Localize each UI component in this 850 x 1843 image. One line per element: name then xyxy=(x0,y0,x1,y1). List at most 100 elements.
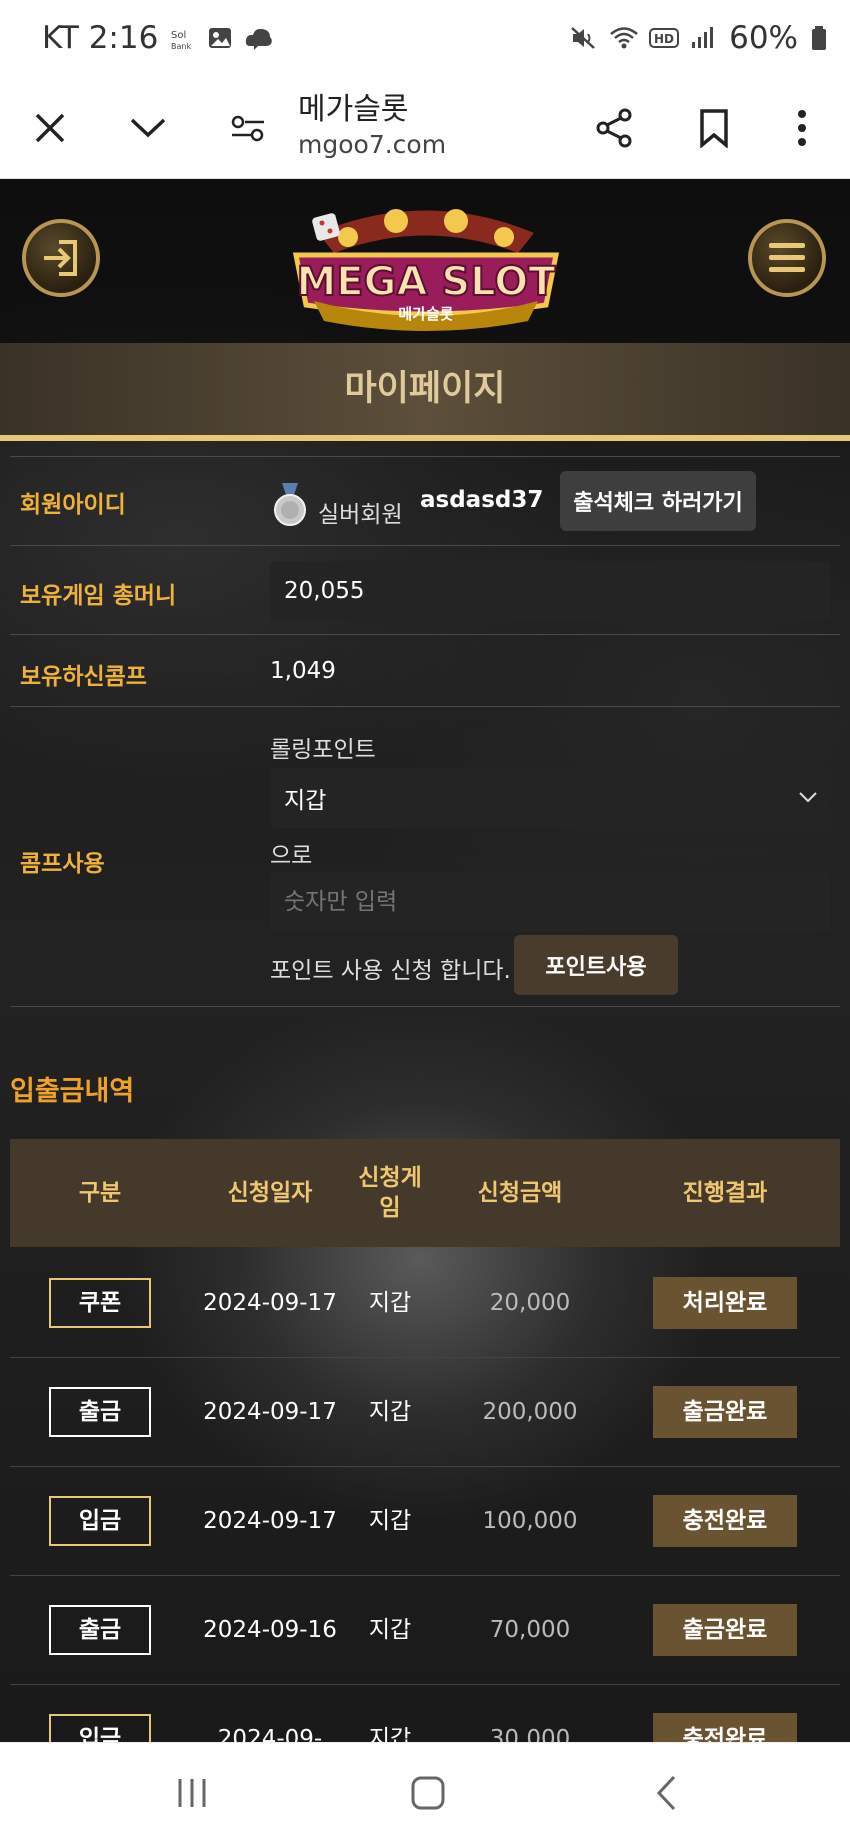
result-cell: 출금완료 xyxy=(610,1357,840,1466)
result-cell: 충전완료 xyxy=(610,1684,840,1742)
divider xyxy=(10,634,840,635)
more-icon xyxy=(798,110,806,146)
recent-apps-button[interactable] xyxy=(162,1765,222,1821)
amount-cell: 100,000 xyxy=(482,1507,578,1534)
type-badge: 출금 xyxy=(49,1386,151,1437)
url-text[interactable]: mgoo7.com xyxy=(298,130,446,159)
type-cell: 출금 xyxy=(10,1357,190,1466)
apply-text: 포인트 사용 신청 합니다. xyxy=(270,958,511,984)
game-cell: 지갑 xyxy=(368,1398,412,1425)
column-header-amount: 신청금액 xyxy=(477,1180,563,1206)
member-grade: 실버회원 xyxy=(318,502,403,528)
gallery-icon xyxy=(206,24,234,52)
svg-text:Bank: Bank xyxy=(171,42,191,51)
rolling-point-label: 롤링포인트 xyxy=(270,737,376,763)
date-cell: 2024-09-17 xyxy=(203,1507,337,1534)
type-cell: 쿠폰 xyxy=(10,1248,190,1357)
site-settings-button[interactable] xyxy=(220,100,276,156)
member-id-label: 회원아이디 xyxy=(20,492,126,518)
site-header: MEGA SLOT 메가슬롯 xyxy=(0,179,850,343)
more-menu-button[interactable] xyxy=(774,100,830,156)
status-bar-left: KT 2:16 Sol Bank xyxy=(42,20,273,56)
game-cell: 지갑 xyxy=(368,1289,412,1316)
column-header-type: 구분 xyxy=(78,1180,122,1206)
history-title: 입출금내역 xyxy=(10,1076,135,1107)
mypage-header: 마이페이지 xyxy=(0,343,850,435)
table-row: 입금 2024-09- 지갑 30,000 충전완료 xyxy=(10,1684,840,1742)
battery-percent: 60% xyxy=(729,20,798,56)
hd-icon: HD xyxy=(649,24,680,52)
signal-icon xyxy=(689,24,717,52)
amount-cell: 200,000 xyxy=(482,1398,578,1425)
bookmark-icon xyxy=(700,109,728,148)
wallet-select[interactable]: 지갑 xyxy=(270,768,830,828)
divider xyxy=(10,456,840,457)
divider xyxy=(10,706,840,707)
page-content: MEGA SLOT 메가슬롯 마이페이지 회원아이디 실버회원 asdasd37… xyxy=(0,179,850,1742)
hamburger-icon xyxy=(769,243,805,272)
point-amount-input[interactable] xyxy=(270,872,830,932)
amount-cell: 20,000 xyxy=(489,1289,571,1316)
game-cell: 지갑 xyxy=(368,1507,412,1534)
gold-divider xyxy=(0,435,850,441)
share-icon xyxy=(596,108,632,148)
table-row: 입금 2024-09-17 지갑 100,000 충전완료 xyxy=(10,1466,840,1576)
type-cell: 입금 xyxy=(10,1466,190,1575)
share-button[interactable] xyxy=(586,100,642,156)
use-point-button[interactable]: 포인트사용 xyxy=(514,935,678,995)
tune-icon xyxy=(231,115,264,142)
browser-toolbar: 메가슬롯 mgoo7.com xyxy=(0,78,850,179)
date-cell: 2024-09- xyxy=(217,1725,323,1743)
amount-cell: 70,000 xyxy=(489,1616,571,1643)
date-cell: 2024-09-17 xyxy=(203,1398,337,1425)
total-money-label: 보유게임 총머니 xyxy=(20,583,177,609)
logo-subtext: 메가슬롯 xyxy=(398,305,453,323)
type-cell: 출금 xyxy=(10,1575,190,1684)
divider xyxy=(10,1006,840,1007)
username: asdasd37 xyxy=(420,487,544,513)
minimize-button[interactable] xyxy=(120,100,176,156)
back-button[interactable] xyxy=(636,1765,696,1821)
result-badge: 출금완료 xyxy=(653,1603,797,1656)
attendance-check-button[interactable]: 출석체크 하러가기 xyxy=(560,471,756,531)
type-badge: 쿠폰 xyxy=(49,1277,151,1328)
system-nav-bar xyxy=(0,1742,850,1843)
page-title-text: 메가슬롯 xyxy=(298,92,409,127)
menu-button[interactable] xyxy=(748,219,826,297)
home-button[interactable] xyxy=(398,1765,458,1821)
amount-cell: 30,000 xyxy=(489,1725,571,1743)
divider xyxy=(10,545,840,546)
result-cell: 처리완료 xyxy=(610,1248,840,1357)
recent-apps-icon xyxy=(178,1779,206,1807)
comp-use-label: 콤프사용 xyxy=(20,851,105,877)
type-cell: 입금 xyxy=(10,1684,190,1742)
mega-slot-logo[interactable]: MEGA SLOT 메가슬롯 xyxy=(278,193,574,333)
result-badge: 충전완료 xyxy=(653,1494,797,1547)
chevron-down-icon xyxy=(799,792,817,803)
battery-icon xyxy=(810,24,828,52)
bookmark-button[interactable] xyxy=(686,100,742,156)
date-cell: 2024-09-16 xyxy=(203,1616,337,1643)
result-badge: 출금완료 xyxy=(653,1385,797,1438)
svg-text:Sol: Sol xyxy=(171,30,186,41)
game-cell: 지갑 xyxy=(368,1725,412,1743)
wallet-select-value: 지갑 xyxy=(284,788,327,814)
close-tab-button[interactable] xyxy=(22,100,78,156)
login-icon xyxy=(44,240,77,276)
to-label: 으로 xyxy=(270,843,313,869)
type-badge: 입금 xyxy=(49,1713,151,1742)
mute-icon xyxy=(569,24,597,52)
login-button[interactable] xyxy=(22,219,100,297)
date-cell: 2024-09-17 xyxy=(203,1289,337,1316)
result-badge: 충전완료 xyxy=(653,1712,797,1742)
table-row: 출금 2024-09-17 지갑 200,000 출금완료 xyxy=(10,1357,840,1467)
type-badge: 입금 xyxy=(49,1495,151,1546)
result-cell: 출금완료 xyxy=(610,1575,840,1684)
type-badge: 출금 xyxy=(49,1604,151,1655)
carrier-time: KT 2:16 xyxy=(42,20,159,56)
table-row: 쿠폰 2024-09-17 지갑 20,000 처리완료 xyxy=(10,1248,840,1358)
chevron-down-icon xyxy=(130,118,166,138)
home-icon xyxy=(411,1776,445,1810)
wifi-icon xyxy=(609,24,638,52)
total-money-value: 20,055 xyxy=(284,578,365,604)
